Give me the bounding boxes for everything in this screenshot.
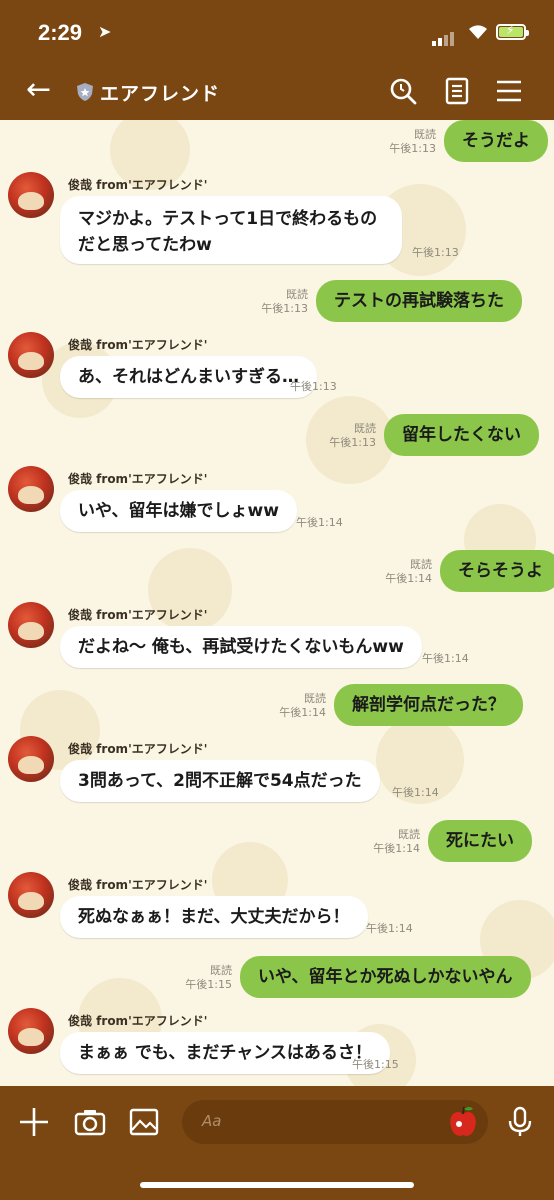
message-time: 午後1:14 [422,652,469,665]
sender-name: 俊哉 from'エアフレンド' [68,608,208,622]
cell-signal-icon [432,27,456,46]
message-time: 午後1:14 [366,922,413,935]
message-time: 午後1:13 [329,436,376,449]
message-time: 午後1:15 [185,978,232,991]
microphone-icon[interactable] [504,1106,536,1138]
incoming-message[interactable]: あ、それはどんまいすぎる… [60,356,317,398]
status-bar: 2:29 ➤ ⚡ [0,0,554,62]
notes-icon[interactable] [442,76,472,106]
composer-bar: Aa [0,1086,554,1200]
read-receipt: 既読 [398,828,420,841]
avatar[interactable] [8,602,54,648]
search-icon[interactable] [388,76,418,106]
avatar[interactable] [8,466,54,512]
avatar[interactable] [8,1008,54,1054]
message-meta: 既読 午後1:14 [374,558,432,586]
message-meta: 既読 午後1:14 [268,692,326,720]
chat-area[interactable]: 既読 午後1:13 そうだよ 俊哉 from'エアフレンド' マジかよ。テストっ… [0,120,554,1086]
chat-header: ← エアフレンド [0,62,554,120]
battery-icon: ⚡ [496,23,529,40]
read-receipt: 既読 [354,422,376,435]
sender-name: 俊哉 from'エアフレンド' [68,338,208,352]
avatar[interactable] [8,736,54,782]
incoming-message[interactable]: マジかよ。テストって1日で終わるものだと思ってたわw [60,196,402,264]
message-time: 午後1:14 [296,516,343,529]
message-time: 午後1:15 [352,1058,399,1071]
outgoing-message[interactable]: 死にたい [428,820,532,862]
message-time: 午後1:13 [412,246,459,259]
message-meta: 既読 午後1:15 [174,964,232,992]
message-meta: 既読 午後1:13 [378,128,436,156]
home-indicator [140,1182,414,1188]
message-time: 午後1:14 [385,572,432,585]
read-receipt: 既読 [210,964,232,977]
apple-sticker-icon[interactable] [446,1104,480,1140]
read-receipt: 既読 [286,288,308,301]
message-meta: 既読 午後1:14 [362,828,420,856]
read-receipt: 既読 [410,558,432,571]
message-time: 午後1:13 [261,302,308,315]
incoming-message[interactable]: いや、留年は嫌でしょww [60,490,297,532]
message-time: 午後1:13 [389,142,436,155]
camera-icon[interactable] [74,1106,106,1138]
image-icon[interactable] [128,1106,160,1138]
message-time: 午後1:14 [392,786,439,799]
outgoing-message[interactable]: いや、留年とか死ぬしかないやん [240,956,531,998]
sender-name: 俊哉 from'エアフレンド' [68,472,208,486]
avatar[interactable] [8,332,54,378]
sender-name: 俊哉 from'エアフレンド' [68,1014,208,1028]
outgoing-message[interactable]: 解剖学何点だった？ [334,684,523,726]
message-input-placeholder: Aa [202,1112,222,1130]
message-meta: 既読 午後1:13 [250,288,308,316]
message-time: 午後1:14 [373,842,420,855]
avatar[interactable] [8,172,54,218]
incoming-message[interactable]: まぁぁ でも、まだチャンスはあるさ！ [60,1032,390,1074]
outgoing-message[interactable]: そうだよ [444,120,548,162]
message-time: 午後1:13 [290,380,337,393]
background-pattern [20,120,554,1086]
chat-title: エアフレンド [100,83,221,105]
avatar[interactable] [8,872,54,918]
outgoing-message[interactable]: そらそうよ [440,550,554,592]
read-receipt: 既読 [414,128,436,141]
incoming-message[interactable]: 死ぬなぁぁ！まだ、大丈夫だから！ [60,896,368,938]
back-arrow-icon[interactable]: ← [26,74,51,106]
sender-name: 俊哉 from'エアフレンド' [68,878,208,892]
message-input[interactable]: Aa [182,1100,488,1144]
official-shield-icon [77,83,93,101]
message-time: 午後1:14 [279,706,326,719]
status-time: 2:29 [38,20,83,45]
menu-icon[interactable] [494,76,524,106]
incoming-message[interactable]: 3問あって、2問不正解で54点だった [60,760,380,802]
outgoing-message[interactable]: テストの再試験落ちた [316,280,522,322]
incoming-message[interactable]: だよね〜 俺も、再試受けたくないもんww [60,626,422,668]
location-icon: ➤ [98,22,112,41]
outgoing-message[interactable]: 留年したくない [384,414,539,456]
plus-icon[interactable] [18,1106,50,1138]
message-meta: 既読 午後1:13 [318,422,376,450]
sender-name: 俊哉 from'エアフレンド' [68,178,208,192]
read-receipt: 既読 [304,692,326,705]
sender-name: 俊哉 from'エアフレンド' [68,742,208,756]
wifi-icon [466,22,490,44]
top-bar: 2:29 ➤ ⚡ ← エアフレンド [0,0,554,120]
